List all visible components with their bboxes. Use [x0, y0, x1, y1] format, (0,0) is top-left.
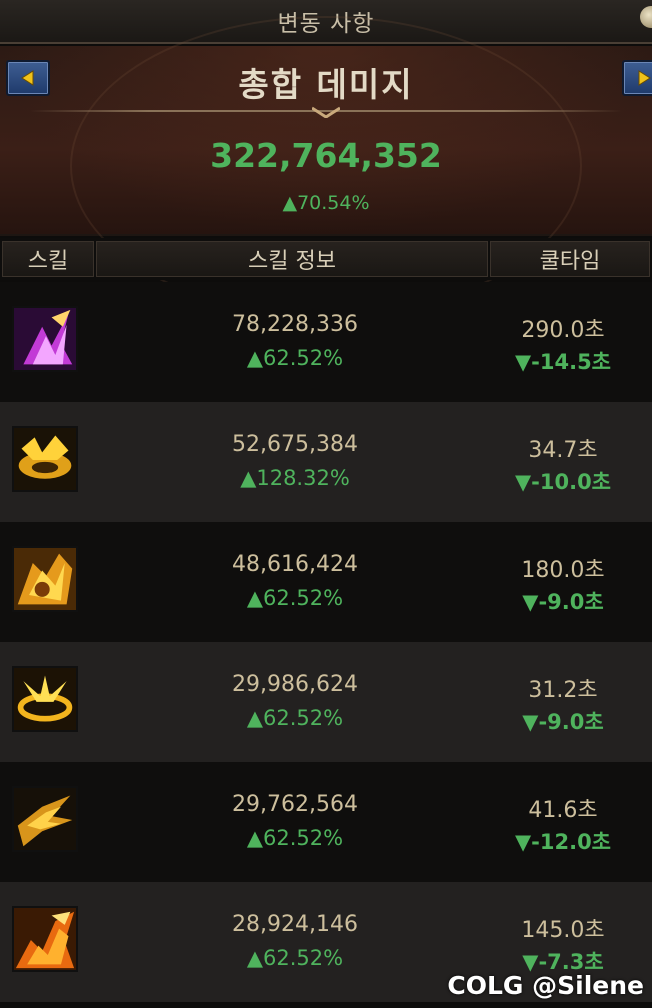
purple-flame-skill-icon: [12, 306, 78, 372]
skill-cooldown: 145.0초: [521, 918, 605, 943]
skill-cooldown-change: ▼-14.5초: [515, 350, 611, 374]
skill-damage: 48,616,424: [232, 552, 358, 577]
skill-cooldown: 180.0초: [521, 558, 605, 583]
total-damage-header: 총합 데미지 322,764,352 ▲70.54%: [0, 16, 652, 316]
skill-damage-change: ▲62.52%: [246, 946, 344, 970]
column-header: 스킬 스킬 정보 쿨타임: [0, 238, 652, 280]
skill-row[interactable]: 52,675,384 ▲128.32% 34.7초 ▼-10.0초: [0, 402, 652, 522]
skill-damage-change: ▲62.52%: [246, 826, 344, 850]
skill-damage: 78,228,336: [232, 312, 358, 337]
skill-row[interactable]: 48,616,424 ▲62.52% 180.0초 ▼-9.0초: [0, 522, 652, 642]
skill-cooldown-change: ▼-9.0초: [522, 590, 604, 614]
total-damage-value: 322,764,352: [210, 136, 442, 175]
skill-damage-change: ▲128.32%: [240, 466, 350, 490]
skill-damage: 28,924,146: [232, 912, 358, 937]
category-label: 총합 데미지: [238, 65, 414, 104]
column-cooldown: 쿨타임: [490, 241, 650, 277]
skill-damage: 29,762,564: [232, 792, 358, 817]
skill-damage-change: ▲62.52%: [246, 586, 344, 610]
skill-row[interactable]: 29,762,564 ▲62.52% 41.6초 ▼-12.0초: [0, 762, 652, 882]
skill-cooldown: 41.6초: [528, 798, 598, 823]
golden-fist-skill-icon: [12, 546, 78, 612]
skill-cooldown: 34.7초: [528, 438, 598, 463]
skill-cooldown: 290.0초: [521, 318, 605, 343]
close-orb-icon[interactable]: [640, 6, 652, 28]
column-skill: 스킬: [2, 241, 94, 277]
total-damage-change: ▲70.54%: [282, 192, 370, 214]
column-skill-info: 스킬 정보: [96, 241, 488, 277]
damage-change-panel: 변동 사항 총합 데미지 322,764,352 ▲70.54% 스킬 스킬 정…: [0, 0, 652, 1008]
golden-ring-skill-icon: [12, 666, 78, 732]
orange-flame-skill-icon: [12, 906, 78, 972]
skill-row[interactable]: 78,228,336 ▲62.52% 290.0초 ▼-14.5초: [0, 282, 652, 402]
skill-cooldown-change: ▼-9.0초: [522, 710, 604, 734]
skill-cooldown: 31.2초: [528, 678, 598, 703]
golden-burst-skill-icon: [12, 426, 78, 492]
golden-slash-skill-icon: [12, 786, 78, 852]
skill-damage: 52,675,384: [232, 432, 358, 457]
watermark: COLG @Silene: [447, 971, 644, 1000]
skill-damage: 29,986,624: [232, 672, 358, 697]
skill-damage-change: ▲62.52%: [246, 706, 344, 730]
skill-cooldown-change: ▼-12.0초: [515, 830, 611, 854]
skill-damage-change: ▲62.52%: [246, 346, 344, 370]
divider-notch-icon: [312, 106, 340, 118]
skill-row[interactable]: 29,986,624 ▲62.52% 31.2초 ▼-9.0초: [0, 642, 652, 762]
skill-cooldown-change: ▼-10.0초: [515, 470, 611, 494]
skill-list: 78,228,336 ▲62.52% 290.0초 ▼-14.5초 52,675…: [0, 282, 652, 1002]
